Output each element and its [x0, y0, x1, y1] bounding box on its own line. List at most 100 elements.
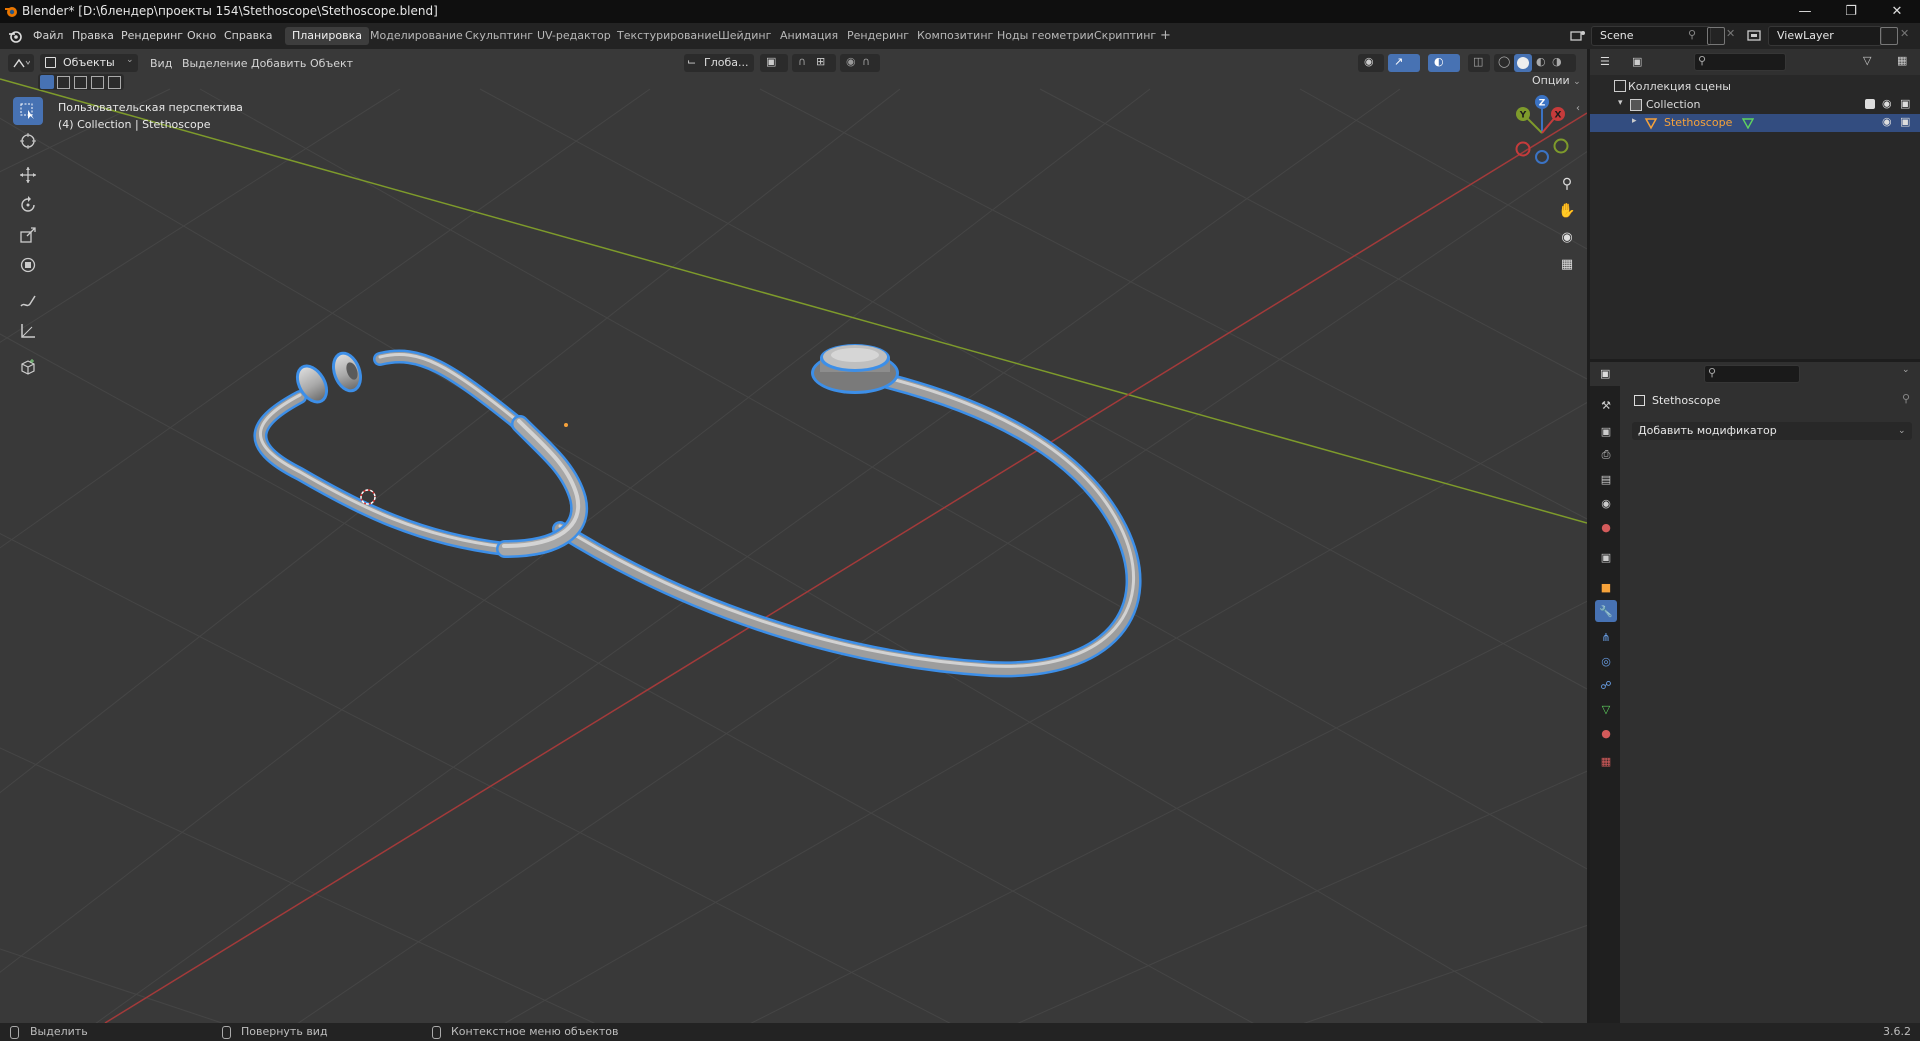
viewport-menu-view[interactable]: Вид: [150, 57, 172, 70]
outliner-editor-icon[interactable]: ☰: [1600, 55, 1610, 68]
properties-search-input[interactable]: [1704, 365, 1800, 383]
material-shading-icon[interactable]: ◐: [1536, 55, 1546, 68]
annotate-tool[interactable]: [13, 287, 43, 315]
gizmo-neg-y-handle[interactable]: [1553, 138, 1569, 154]
menu-file[interactable]: Файл: [33, 29, 63, 42]
shading-mode-group[interactable]: ◯ ◐ ◑: [1494, 54, 1576, 72]
blender-menu-icon[interactable]: [8, 29, 22, 43]
ortho-toggle-button[interactable]: ▦: [1554, 252, 1580, 276]
rotate-tool[interactable]: [13, 191, 43, 219]
tab-sculpting[interactable]: Скульптинг: [458, 27, 540, 45]
tab-world[interactable]: ●: [1595, 516, 1617, 538]
menu-edit[interactable]: Правка: [72, 29, 114, 42]
tab-material[interactable]: ●: [1595, 722, 1617, 744]
visibility-button[interactable]: ◉: [1358, 54, 1384, 72]
select-intersect-icon[interactable]: [108, 76, 121, 89]
filter-icon[interactable]: ▽: [1863, 54, 1871, 67]
pivot-point-button[interactable]: ▣: [760, 54, 788, 72]
outliner-row-stethoscope[interactable]: ▸ Stethoscope ◉ ▣: [1590, 114, 1920, 132]
tab-compositing[interactable]: Композитинг: [910, 27, 1000, 45]
tab-view-layer[interactable]: ▤: [1595, 468, 1617, 490]
tab-texture[interactable]: ▦: [1595, 750, 1617, 772]
tab-physics[interactable]: ◎: [1595, 650, 1617, 672]
tab-scene[interactable]: ◉: [1595, 492, 1617, 514]
outliner-row-collection[interactable]: ▾ Collection ◉ ▣: [1590, 96, 1920, 114]
xray-toggle-button[interactable]: ◫: [1468, 54, 1490, 72]
pan-view-button[interactable]: ✋: [1554, 199, 1580, 223]
transform-tool[interactable]: [13, 251, 43, 279]
outliner-search-input[interactable]: [1694, 53, 1786, 71]
render-camera-icon[interactable]: ▣: [1900, 97, 1910, 110]
select-new-icon[interactable]: [40, 75, 54, 89]
new-scene-button[interactable]: [1707, 27, 1725, 45]
tab-texture-paint[interactable]: Текстурирование: [610, 27, 725, 45]
select-mode-group[interactable]: [38, 74, 124, 90]
select-invert-icon[interactable]: [91, 76, 104, 89]
scale-tool[interactable]: [13, 221, 43, 249]
select-extend-icon[interactable]: [57, 76, 70, 89]
minimize-button[interactable]: —: [1782, 0, 1828, 23]
new-collection-icon[interactable]: ▦: [1897, 54, 1907, 67]
rendered-shading-icon[interactable]: ◑: [1552, 55, 1562, 68]
3d-viewport[interactable]: Объекты ⌄ Вид Выделение Добавить Объект …: [0, 49, 1587, 1023]
tab-geometry-nodes[interactable]: Ноды геометрии: [990, 27, 1101, 45]
transform-orientation-selector[interactable]: ⌙ Глоба...: [684, 54, 754, 72]
overlay-toggle-button[interactable]: ◐: [1428, 54, 1460, 72]
zoom-view-button[interactable]: ⚲: [1554, 172, 1580, 196]
select-subtract-icon[interactable]: [74, 76, 87, 89]
menu-render[interactable]: Рендеринг: [121, 29, 183, 42]
menu-window[interactable]: Окно: [187, 29, 216, 42]
tab-particles[interactable]: ⋔: [1595, 626, 1617, 648]
view-layer-icon[interactable]: [1746, 28, 1764, 44]
viewport-menu-add[interactable]: Добавить: [251, 57, 306, 70]
move-tool[interactable]: [13, 161, 43, 189]
tab-object[interactable]: ■: [1595, 576, 1617, 598]
tab-data[interactable]: ▽: [1595, 698, 1617, 720]
gizmo-toggle-button[interactable]: ↗: [1388, 54, 1420, 72]
tab-shading[interactable]: Шейдинг: [711, 27, 778, 45]
pin-properties-icon[interactable]: ⚲: [1902, 392, 1910, 405]
visibility-eye-icon[interactable]: ◉: [1882, 97, 1892, 110]
pin-icon[interactable]: ⚲: [1688, 28, 1696, 41]
add-modifier-dropdown[interactable]: Добавить модификатор ⌄: [1632, 422, 1912, 440]
menu-help[interactable]: Справка: [224, 29, 272, 42]
tab-layout[interactable]: Планировка: [285, 27, 369, 45]
exclude-checkbox[interactable]: [1865, 99, 1875, 109]
outliner-row-scene-collection[interactable]: Коллекция сцены: [1590, 78, 1920, 96]
new-view-layer-button[interactable]: [1880, 27, 1898, 45]
sidebar-toggle-icon[interactable]: ‹: [1576, 103, 1580, 114]
options-dropdown[interactable]: Опции ⌄: [1526, 72, 1587, 90]
tab-render[interactable]: ▣: [1595, 420, 1617, 442]
display-mode-icon[interactable]: ▣: [1632, 55, 1642, 68]
editor-type-button[interactable]: [8, 54, 34, 72]
navigation-gizmo[interactable]: Z Y X: [1500, 89, 1580, 169]
chest-piece[interactable]: [811, 344, 899, 394]
tab-output[interactable]: ⎙: [1595, 444, 1617, 466]
viewport-menu-select[interactable]: Выделение: [182, 57, 248, 70]
gizmo-neg-z-handle[interactable]: [1535, 150, 1549, 164]
remove-scene-icon[interactable]: ✕: [1726, 27, 1735, 40]
object-render-camera-icon[interactable]: ▣: [1900, 115, 1910, 128]
expand-collection-icon[interactable]: ▾: [1618, 98, 1623, 108]
close-button[interactable]: ✕: [1874, 0, 1920, 23]
add-cube-tool[interactable]: [13, 353, 43, 381]
tab-tool[interactable]: ⚒: [1595, 394, 1617, 416]
proportional-editing-button[interactable]: ◉ ∩: [840, 54, 880, 72]
cursor-tool[interactable]: [13, 127, 43, 155]
viewport-menu-object[interactable]: Объект: [310, 57, 353, 70]
tab-collection[interactable]: ▣: [1595, 546, 1617, 568]
tab-modeling[interactable]: Моделирование: [363, 27, 470, 45]
tab-constraints[interactable]: ☍: [1595, 674, 1617, 696]
properties-editor-icon[interactable]: ▣: [1600, 367, 1610, 380]
add-workspace-button[interactable]: +: [1153, 27, 1178, 45]
remove-view-layer-icon[interactable]: ✕: [1900, 27, 1909, 40]
tab-animation[interactable]: Анимация: [773, 27, 845, 45]
mode-selector[interactable]: Объекты ⌄: [40, 54, 138, 72]
tab-scripting[interactable]: Скриптинг: [1087, 27, 1163, 45]
view-layer-name-field[interactable]: ViewLayer: [1768, 26, 1882, 46]
snap-button[interactable]: ∩ ⊞: [792, 54, 836, 72]
tab-rendering[interactable]: Рендеринг: [840, 27, 916, 45]
gizmo-neg-x-handle[interactable]: [1515, 141, 1531, 157]
camera-view-button[interactable]: ◉: [1554, 225, 1580, 249]
mesh-data-icon[interactable]: [1742, 117, 1754, 129]
